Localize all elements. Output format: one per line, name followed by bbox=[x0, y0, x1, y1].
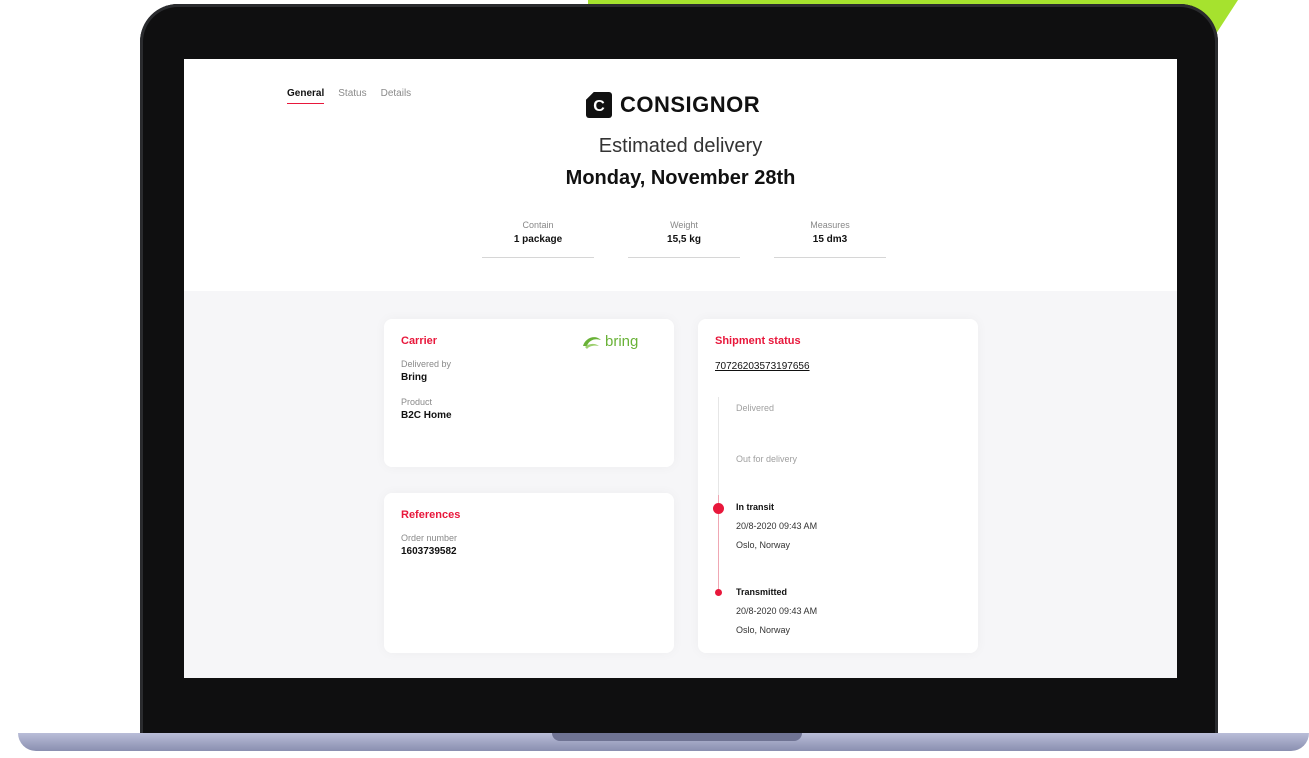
summary-weight: Weight 15,5 kg bbox=[628, 220, 740, 258]
summary-contain: Contain 1 package bbox=[482, 220, 594, 258]
timeline-step-delivered: Delivered bbox=[736, 403, 775, 413]
step-date: 20/8-2020 09:43 AM bbox=[736, 521, 818, 531]
summary-value: 15,5 kg bbox=[667, 234, 701, 245]
product-label: Product bbox=[401, 397, 433, 407]
brand-name: CONSIGNOR bbox=[620, 92, 761, 117]
summary-label: Weight bbox=[670, 220, 698, 230]
consignor-logo-icon: C bbox=[586, 92, 612, 118]
product-field: Product B2C Home bbox=[401, 397, 452, 421]
summary-label: Measures bbox=[810, 220, 850, 230]
step-location: Oslo, Norway bbox=[736, 625, 791, 635]
carrier-title: Carrier bbox=[401, 335, 438, 347]
screen: General Status Details C CONSIGNOR Estim… bbox=[184, 59, 1177, 678]
order-number-value: 1603739582 bbox=[401, 546, 457, 557]
bring-logo-icon bbox=[583, 336, 601, 349]
references-title: References bbox=[401, 509, 461, 521]
summary-measures: Measures 15 dm3 bbox=[774, 220, 886, 258]
summary-value: 15 dm3 bbox=[812, 234, 848, 245]
estimated-delivery-date: Monday, November 28th bbox=[565, 167, 796, 189]
step-date: 20/8-2020 09:43 AM bbox=[736, 606, 818, 616]
summary-value: 1 package bbox=[513, 234, 563, 245]
carrier-card: Carrier bring Delivered by Bring Product… bbox=[384, 319, 674, 467]
bring-logo-text: bring bbox=[605, 333, 639, 350]
shipment-summary: Contain 1 package Weight 15,5 kg Measure… bbox=[482, 220, 886, 258]
shipment-status-title: Shipment status bbox=[715, 335, 801, 347]
timeline-step-out-for-delivery: Out for delivery bbox=[736, 454, 798, 464]
tracking-number-link[interactable]: 70726203573197656 bbox=[715, 361, 810, 372]
delivered-by-field: Delivered by Bring bbox=[401, 359, 451, 383]
step-location: Oslo, Norway bbox=[736, 540, 791, 550]
shipment-status-card: Shipment status 70726203573197656 Delive… bbox=[698, 319, 978, 653]
tab-status[interactable]: Status bbox=[338, 88, 366, 104]
tab-general[interactable]: General bbox=[287, 88, 325, 104]
completed-step-dot-icon bbox=[715, 589, 722, 596]
references-card: References Order number 1603739582 bbox=[384, 493, 674, 653]
order-number-label: Order number bbox=[401, 533, 458, 543]
tab-bar: General Status Details bbox=[287, 88, 411, 104]
timeline-step-transmitted: Transmitted 20/8-2020 09:43 AM Oslo, Nor… bbox=[736, 583, 817, 640]
bring-logo: bring bbox=[581, 333, 638, 350]
delivered-by-value: Bring bbox=[401, 372, 428, 383]
brand-logo: C CONSIGNOR bbox=[586, 92, 760, 118]
tab-details[interactable]: Details bbox=[381, 88, 412, 104]
summary-label: Contain bbox=[522, 220, 554, 230]
delivered-by-label: Delivered by bbox=[401, 359, 452, 369]
timeline-step-in-transit: In transit 20/8-2020 09:43 AM Oslo, Norw… bbox=[736, 498, 817, 555]
step-title: Transmitted bbox=[736, 587, 788, 597]
product-value: B2C Home bbox=[401, 410, 452, 421]
estimated-delivery-label: Estimated delivery bbox=[598, 135, 763, 157]
current-step-dot-icon bbox=[713, 503, 724, 514]
laptop-notch bbox=[552, 733, 802, 741]
step-title: In transit bbox=[736, 502, 775, 512]
order-number-field: Order number 1603739582 bbox=[401, 533, 457, 557]
